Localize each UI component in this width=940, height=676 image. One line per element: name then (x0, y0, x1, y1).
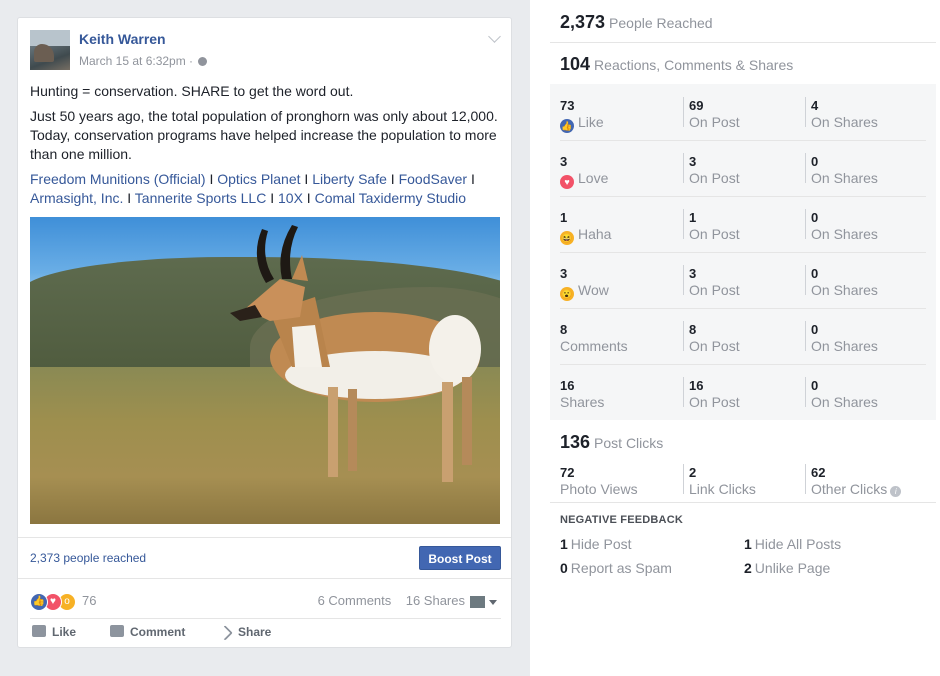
breakdown-cell: 0 On Shares (811, 378, 878, 410)
post-timestamp[interactable]: March 15 at 6:32pm · (79, 54, 208, 68)
chevron-down-icon[interactable] (488, 30, 501, 43)
like-button[interactable]: Like (32, 625, 76, 639)
breakdown-cell: 0 On Shares (811, 154, 878, 186)
post-body: Hunting = conservation. SHARE to get the… (30, 82, 502, 214)
tagged-link[interactable]: Liberty Safe (312, 171, 387, 187)
comments-shares: 6 Comments 16 Shares (318, 593, 465, 608)
boost-post-button[interactable]: Boost Post (419, 546, 501, 570)
comment-button[interactable]: Comment (110, 625, 185, 639)
breakdown-cell: 0 On Shares (811, 322, 878, 354)
negative-feedback-heading: NEGATIVE FEEDBACK (560, 514, 683, 526)
post-photo[interactable] (30, 217, 500, 524)
tagged-link[interactable]: FoodSaver (399, 171, 467, 187)
viewer-avatar[interactable] (470, 596, 485, 608)
other-clicks: 62 Other Clicks i (811, 465, 936, 498)
tagged-link[interactable]: Armasight, Inc. (30, 190, 123, 206)
author-name[interactable]: Keith Warren (79, 31, 166, 47)
reactions-breakdown: 73 👍 Like 69 On Post 4 On Shares 3 ♥ Love 3 On Post… (550, 84, 936, 420)
breakdown-cell: 16 On Post (689, 378, 740, 410)
breakdown-cell: 16 Shares (560, 378, 605, 410)
tagged-link[interactable]: Optics Planet (217, 171, 300, 187)
breakdown-cell: 1 😆 Haha (560, 210, 612, 245)
like-icon: 👍 (30, 593, 48, 611)
tagged-links: Freedom Munitions (Official) I Optics Pl… (30, 171, 475, 206)
breakdown-cell: 73 👍 Like (560, 98, 604, 133)
photo-views: 72 Photo Views (560, 465, 638, 497)
haha-icon: 😆 (560, 231, 574, 245)
comment-icon (110, 625, 124, 637)
breakdown-cell: 1 On Post (689, 210, 740, 242)
breakdown-cell: 0 On Shares (811, 210, 878, 242)
share-icon (217, 625, 233, 641)
hide-all-posts-stat: 1 Hide All Posts (744, 536, 842, 552)
hide-post-stat: 1 Hide Post (560, 536, 632, 552)
post-text-line2: Just 50 years ago, the total population … (30, 108, 498, 162)
breakdown-cell: 3 😮 Wow (560, 266, 609, 301)
link-clicks: 2 Link Clicks (689, 465, 756, 497)
engagement-stat: 104 Reactions, Comments & Shares (560, 54, 794, 74)
people-reached-stat: 2,373 People Reached (560, 12, 713, 32)
breakdown-cell: 4 On Shares (811, 98, 878, 130)
info-icon[interactable]: i (890, 486, 902, 497)
share-button[interactable]: Share (217, 625, 271, 641)
post-card: Keith Warren March 15 at 6:32pm · Huntin… (17, 17, 512, 648)
left-panel: Keith Warren March 15 at 6:32pm · Huntin… (0, 0, 530, 676)
pronghorn-image (230, 225, 481, 482)
globe-icon (198, 57, 208, 66)
unlike-page-stat: 2 Unlike Page (744, 560, 831, 576)
breakdown-cell: 8 On Post (689, 322, 740, 354)
author-avatar[interactable] (30, 30, 70, 70)
shares-count[interactable]: 16 Shares (406, 593, 465, 608)
insights-panel: 2,373 People Reached 104 Reactions, Commen… (550, 0, 936, 676)
post-clicks-stat: 136 Post Clicks (560, 432, 664, 452)
caret-down-icon[interactable] (489, 600, 497, 605)
tagged-link[interactable]: Tannerite Sports LLC (135, 190, 267, 206)
wow-icon: 😮 (560, 287, 574, 301)
tagged-link[interactable]: Freedom Munitions (Official) (30, 171, 206, 187)
like-icon: 👍 (560, 119, 574, 133)
tagged-link[interactable]: 10X (278, 190, 303, 206)
report-spam-stat: 0 Report as Spam (560, 560, 672, 576)
comments-count[interactable]: 6 Comments (318, 593, 392, 608)
breakdown-cell: 69 On Post (689, 98, 740, 130)
breakdown-cell: 3 On Post (689, 266, 740, 298)
reaction-count[interactable]: 76 (82, 593, 96, 608)
thumbs-up-icon (32, 625, 46, 637)
breakdown-cell: 3 On Post (689, 154, 740, 186)
breakdown-cell: 8 Comments (560, 322, 628, 354)
post-text-line1: Hunting = conservation. SHARE to get the… (30, 83, 354, 99)
love-icon: ♥ (560, 175, 574, 189)
breakdown-cell: 3 ♥ Love (560, 154, 609, 189)
people-reached-link[interactable]: 2,373 people reached (30, 551, 146, 565)
tagged-link[interactable]: Comal Taxidermy Studio (315, 190, 466, 206)
breakdown-cell: 0 On Shares (811, 266, 878, 298)
